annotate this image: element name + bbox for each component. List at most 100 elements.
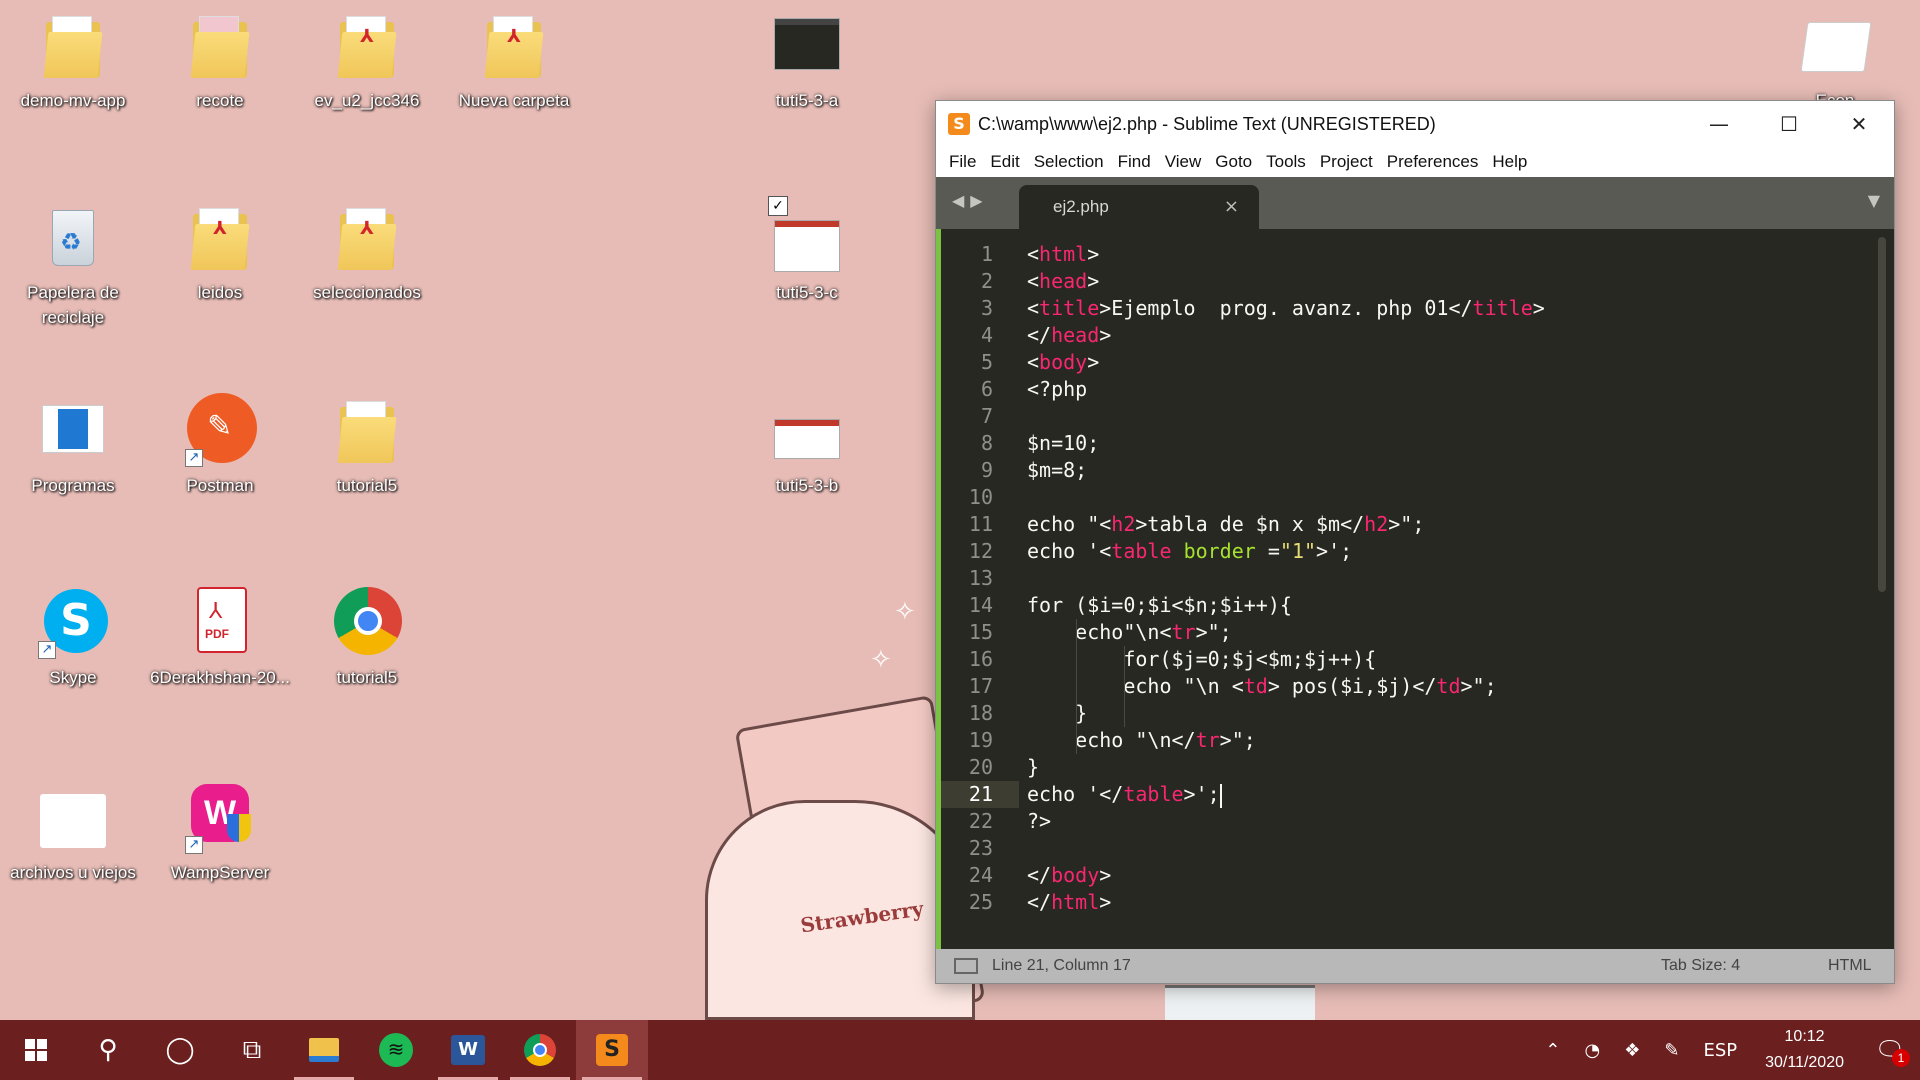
cortana-button[interactable]: ◯ [144, 1020, 216, 1080]
desktop-icon-recote[interactable]: recote [145, 8, 295, 113]
code-line[interactable]: 9 $m=8; [936, 457, 1876, 484]
desktop-icon-label: tuti5-3-b [775, 476, 839, 495]
cursor-position[interactable]: Line 21, Column 17 [992, 957, 1661, 975]
dropbox-icon[interactable]: ❖ [1612, 1040, 1652, 1061]
code-line[interactable]: 4 </head> [936, 322, 1876, 349]
menu-tools[interactable]: Tools [1259, 152, 1313, 172]
search-icon: ⚲ [98, 1035, 118, 1065]
desktop-icon-postman[interactable]: ✎ ↗ Postman [145, 393, 295, 498]
chrome-button[interactable] [504, 1020, 576, 1080]
panel-toggle-icon[interactable] [954, 958, 978, 974]
tab-ej2-php[interactable]: ej2.php × [1019, 185, 1259, 229]
minimize-button[interactable]: — [1684, 101, 1754, 147]
code-line[interactable]: 23 [936, 835, 1876, 862]
desktop-icon-label: demo-mv-app [20, 91, 126, 110]
word-button[interactable]: W [432, 1020, 504, 1080]
code-text: echo '</table>'; [1027, 782, 1222, 808]
code-line[interactable]: 14 for ($i=0;$i<$n;$i++){ [936, 592, 1876, 619]
desktop-icon-nueva-carpeta[interactable]: ⅄ Nueva carpeta [439, 8, 589, 113]
code-line[interactable]: 2 <head> [936, 268, 1876, 295]
code-line[interactable]: 10 [936, 484, 1876, 511]
shortcut-arrow-icon: ↗ [185, 449, 203, 467]
code-line[interactable]: 25 </html> [936, 889, 1876, 916]
menu-find[interactable]: Find [1111, 152, 1158, 172]
action-center-button[interactable]: 🗨 1 [1860, 1036, 1920, 1067]
code-line[interactable]: 19 echo "\n</tr>"; [936, 727, 1876, 754]
menu-goto[interactable]: Goto [1208, 152, 1259, 172]
code-line[interactable]: 6 <?php [936, 376, 1876, 403]
maximize-button[interactable]: ☐ [1754, 101, 1824, 147]
desktop-icon-demo-mv-app[interactable]: demo-mv-app [0, 8, 148, 113]
network-wifi-icon[interactable]: ◔ [1573, 1040, 1613, 1061]
clock[interactable]: 10:12 30/11/2020 [1749, 1024, 1860, 1076]
desktop-icon-leidos[interactable]: ⅄ leidos [145, 200, 295, 305]
menu-view[interactable]: View [1158, 152, 1209, 172]
tab-close-icon[interactable]: × [1224, 196, 1239, 217]
code-editor[interactable]: 1 <html> 2 <head> 3 <title>Ejemplo prog. avan… [936, 229, 1894, 951]
menu-preferences[interactable]: Preferences [1380, 152, 1486, 172]
code-line[interactable]: 7 [936, 403, 1876, 430]
desktop-icon-skype[interactable]: S ↗ Skype [0, 585, 148, 690]
line-number: 3 [980, 296, 993, 320]
code-line[interactable]: 22 ?> [936, 808, 1876, 835]
code-line[interactable]: 12 echo '<table border ="1">'; [936, 538, 1876, 565]
checkbox-icon[interactable]: ✓ [768, 196, 788, 216]
menu-help[interactable]: Help [1485, 152, 1534, 172]
task-view-icon: ⧉ [242, 1034, 262, 1065]
input-language[interactable]: ESP [1691, 1040, 1749, 1061]
start-button[interactable] [0, 1020, 72, 1080]
desktop-icon-tuti5-3-c[interactable]: ✓ tuti5-3-c [732, 196, 882, 305]
code-line[interactable]: 16 for($j=0;$j<$m;$j++){ [936, 646, 1876, 673]
desktop-icon-pdf-derakhshan[interactable]: ⅄ PDF 6Derakhshan-20... [145, 585, 295, 690]
code-text: echo "\n</tr>"; [1027, 728, 1256, 752]
file-explorer-button[interactable] [288, 1020, 360, 1080]
task-view-button[interactable]: ⧉ [216, 1020, 288, 1080]
desktop-icon-label: Programas [31, 476, 115, 495]
code-line[interactable]: 18 } [936, 700, 1876, 727]
tab-list-dropdown-icon[interactable]: ▼ [1868, 191, 1880, 210]
line-number: 25 [968, 890, 993, 914]
code-line[interactable]: 3 <title>Ejemplo prog. avanz. php 01</tit… [936, 295, 1876, 322]
pen-workspace-icon[interactable]: ✎ [1652, 1040, 1691, 1061]
menu-selection[interactable]: Selection [1027, 152, 1111, 172]
desktop-icon-programas[interactable]: Programas [0, 393, 148, 498]
sublime-text-taskbar-button[interactable]: S [576, 1020, 648, 1080]
desktop-icon-wampserver[interactable]: W ↗ WampServer [145, 780, 295, 885]
desktop-icon-econ[interactable]: Econ [1760, 8, 1910, 113]
menu-file[interactable]: File [942, 152, 983, 172]
code-line[interactable]: 11 echo "<h2>tabla de $n x $m</h2>"; [936, 511, 1876, 538]
tab-size-indicator[interactable]: Tab Size: 4 [1661, 957, 1828, 975]
desktop-icon-tuti5-3-a[interactable]: tuti5-3-a [732, 8, 882, 113]
desktop-icon-tutorial5-folder[interactable]: tutorial5 [292, 393, 442, 498]
desktop-icon-archivos-u-viejos[interactable]: archivos u viejos [0, 780, 148, 885]
desktop-icon-tuti5-3-b[interactable]: tuti5-3-b [732, 393, 882, 498]
code-line[interactable]: 1 <html> [936, 241, 1876, 268]
code-line[interactable]: 24 </body> [936, 862, 1876, 889]
code-line[interactable]: 13 [936, 565, 1876, 592]
spotify-button[interactable]: ≋ [360, 1020, 432, 1080]
vertical-scrollbar[interactable] [1878, 237, 1886, 592]
line-number: 8 [980, 431, 993, 455]
window-titlebar[interactable]: S C:\wamp\www\ej2.php - Sublime Text (UN… [936, 101, 1894, 147]
close-button[interactable]: ✕ [1824, 101, 1894, 147]
desktop-icon-ev-u2-jcc346[interactable]: ⅄ ev_u2_jcc346 [292, 8, 442, 113]
code-line[interactable]: 17 echo "\n <td> pos($i,$j)</td>"; [936, 673, 1876, 700]
tab-navigation-arrows-icon[interactable]: ◀▶ [952, 191, 989, 210]
menu-edit[interactable]: Edit [983, 152, 1026, 172]
menu-project[interactable]: Project [1313, 152, 1380, 172]
desktop-icon-recycle-bin[interactable]: ♻ Papelera de reciclaje [0, 200, 148, 330]
code-text: <title>Ejemplo prog. avanz. php 01</titl… [1027, 296, 1545, 320]
search-button[interactable]: ⚲ [72, 1020, 144, 1080]
syntax-indicator[interactable]: HTML [1828, 957, 1894, 975]
desktop-icon-tutorial5-chrome[interactable]: tutorial5 [292, 585, 442, 690]
code-line[interactable]: 5 <body> [936, 349, 1876, 376]
sublime-text-window[interactable]: S C:\wamp\www\ej2.php - Sublime Text (UN… [935, 100, 1895, 984]
desktop-icon-seleccionados[interactable]: ⅄ seleccionados [292, 200, 442, 305]
code-line[interactable]: 21 echo '</table>'; [936, 781, 1876, 808]
show-hidden-icons-chevron-up-icon[interactable]: ⌃ [1533, 1040, 1572, 1061]
code-line[interactable]: 20} [936, 754, 1876, 781]
code-line[interactable]: 15 echo"\n<tr>"; [936, 619, 1876, 646]
clock-time: 10:12 [1784, 1028, 1825, 1045]
desktop-icon-label: ev_u2_jcc346 [314, 91, 420, 110]
code-line[interactable]: 8 $n=10; [936, 430, 1876, 457]
